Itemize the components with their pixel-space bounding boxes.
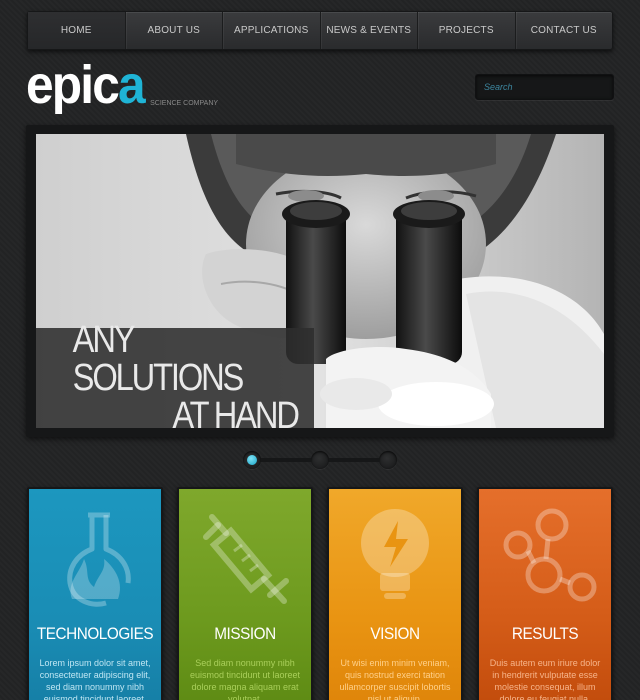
card-vision[interactable]: VISION Ut wisi enim minim veniam, quis n… [327, 487, 463, 700]
card-results[interactable]: RESULTS Duis autem eum iriure dolor in h… [477, 487, 613, 700]
logo[interactable]: epica SCIENCE COMPANY [26, 58, 219, 112]
slide-caption: ANY SOLUTIONS AT HAND [36, 321, 314, 428]
nav-item-news-events[interactable]: NEWS & EVENTS [321, 12, 418, 49]
logo-tagline: SCIENCE COMPANY [150, 100, 219, 107]
logo-wordmark: epica [26, 58, 146, 112]
lightbulb-bolt-icon [329, 503, 461, 613]
nav-item-projects[interactable]: PROJECTS [418, 12, 516, 49]
card-text: Ut wisi enim minim veniam, quis nostrud … [339, 658, 451, 700]
molecule-icon [479, 503, 611, 613]
nav-item-applications[interactable]: APPLICATIONS [223, 12, 321, 49]
card-text: Lorem ipsum dolor sit amet, consectetuer… [39, 658, 151, 700]
slide-caption-line1: ANY SOLUTIONS [72, 319, 245, 399]
hero-slide: ANY SOLUTIONS AT HAND [36, 134, 604, 428]
slide-caption-line2: AT HAND [172, 395, 301, 428]
card-title: TECHNOLOGIES [36, 624, 154, 643]
main-nav: HOME ABOUT US APPLICATIONS NEWS & EVENTS… [27, 11, 613, 50]
card-title: VISION [370, 624, 420, 643]
card-mission[interactable]: MISSION Sed diam nonummy nibh euismod ti… [177, 487, 313, 700]
nav-item-about-us[interactable]: ABOUT US [126, 12, 223, 49]
pager-dot-3[interactable] [379, 451, 397, 469]
search-input[interactable] [475, 74, 614, 100]
pager-dot-1[interactable] [243, 451, 261, 469]
nav-item-contact-us[interactable]: CONTACT US [516, 12, 613, 49]
flask-flame-icon [29, 503, 161, 613]
logo-word-accent: a [118, 55, 146, 115]
nav-item-home[interactable]: HOME [28, 12, 126, 49]
slider-pager [243, 450, 398, 470]
card-text: Duis autem eum iriure dolor in hendrerit… [489, 658, 601, 700]
card-technologies[interactable]: TECHNOLOGIES Lorem ipsum dolor sit amet,… [27, 487, 163, 700]
logo-word-main: epic [26, 55, 120, 115]
card-title: MISSION [214, 624, 276, 643]
card-text: Sed diam nonummy nibh euismod tincidunt … [189, 658, 301, 700]
hero-slider: ANY SOLUTIONS AT HAND [26, 125, 614, 437]
card-title: RESULTS [511, 624, 579, 643]
syringe-icon [179, 503, 311, 613]
pager-dot-2[interactable] [311, 451, 329, 469]
